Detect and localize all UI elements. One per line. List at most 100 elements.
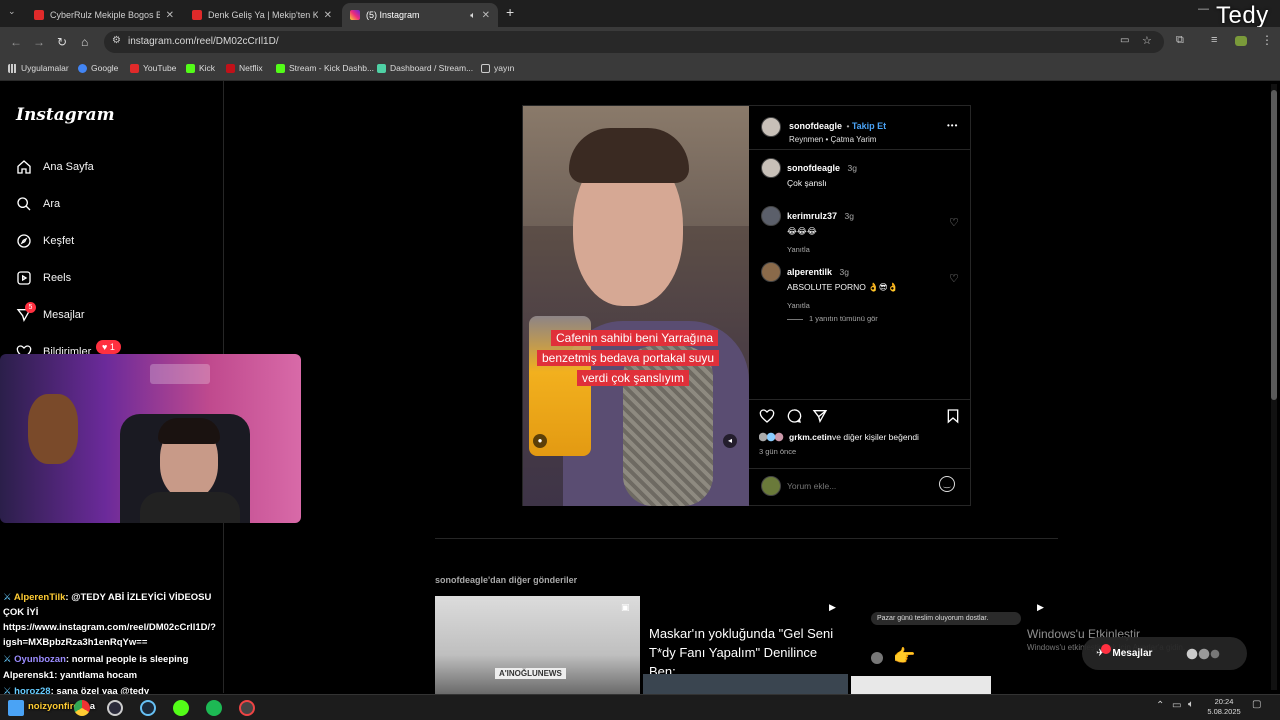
tab-instagram[interactable]: (5) Instagram 🔈︎ ✕ xyxy=(342,3,498,27)
obs-icon[interactable] xyxy=(107,700,123,716)
profile-icon[interactable] xyxy=(1235,36,1247,46)
scrollbar-thumb[interactable] xyxy=(1271,90,1277,400)
reel-video[interactable]: Cafenin sahibi beni Yarrağına benzetmiş … xyxy=(523,106,749,506)
app-icon[interactable] xyxy=(239,700,255,716)
extensions-icon[interactable]: ⧉ xyxy=(1176,34,1184,47)
like-comment-heart-icon[interactable]: ♡ xyxy=(949,272,959,285)
share-icon[interactable] xyxy=(812,408,828,424)
view-replies-link[interactable]: 1 yanıtın tümünü gör xyxy=(787,314,878,323)
back-icon[interactable]: ← xyxy=(10,35,22,49)
sidebar-item-label: Keşfet xyxy=(43,235,75,247)
bookmark-kick-dashboard[interactable]: Stream - Kick Dashb... xyxy=(276,63,374,73)
sidebar-item-messages[interactable]: Mesajlar 5 xyxy=(16,302,85,323)
sidebar-item-reels[interactable]: Reels xyxy=(16,270,71,286)
bookmark-star-icon[interactable]: ☆ xyxy=(1142,34,1152,47)
pointing-hand-emoji: 👉 xyxy=(893,646,916,666)
likes-rest[interactable]: ve diğer kişiler beğendi xyxy=(832,432,919,442)
instagram-logo[interactable]: Instagram xyxy=(16,105,115,125)
sidebar-item-explore[interactable]: Keşfet xyxy=(16,233,74,249)
more-post-tile-1[interactable]: A'INOĞLUNEWS ▣ xyxy=(435,596,640,694)
bookmark-folder-yayin[interactable]: yayın xyxy=(481,63,514,73)
home-icon[interactable]: ⌂ xyxy=(81,35,88,49)
speaker-icon[interactable]: 🔈︎ xyxy=(470,10,475,21)
webcam-window-light xyxy=(150,364,210,384)
clock-date: 5.08.2025 xyxy=(1207,707,1241,716)
windows-start-icon[interactable] xyxy=(8,700,24,716)
user-tag-icon[interactable]: ● xyxy=(533,434,547,448)
tab-list-chevron-icon[interactable]: ⌄ xyxy=(8,6,16,17)
kick-icon xyxy=(186,63,195,73)
kick-icon[interactable] xyxy=(173,700,189,716)
chat-text: : @TEDY ABİ İZLEYİCİ VİDEOSU xyxy=(65,592,212,603)
install-app-icon[interactable]: ▭ xyxy=(1120,35,1129,46)
site-info-icon[interactable]: ⚙ xyxy=(112,35,121,46)
follow-button[interactable]: Takip Et xyxy=(852,121,886,131)
spotify-icon[interactable] xyxy=(206,700,222,716)
emoji-icon[interactable]: ‿ xyxy=(939,476,955,492)
close-tab-icon[interactable]: ✕ xyxy=(482,10,490,21)
reply-button[interactable]: Yanıtla xyxy=(787,301,898,310)
minimize-icon[interactable]: — xyxy=(1198,3,1209,15)
bookmark-kick[interactable]: Kick xyxy=(186,63,215,73)
new-tab-button[interactable]: + xyxy=(506,4,514,20)
tab-denk-gelis[interactable]: Denk Geliş Ya | Mekip'ten Kesit ✕ xyxy=(184,3,340,27)
sidebar-item-search[interactable]: Ara xyxy=(16,196,60,212)
tab-cyberrulz[interactable]: CyberRulz Mekiple Bogos Bintı ✕ xyxy=(26,3,182,27)
streamer-body xyxy=(140,492,240,523)
save-bookmark-icon[interactable] xyxy=(945,408,961,424)
chrome-icon[interactable] xyxy=(74,700,90,716)
sidebar-item-home[interactable]: Ana Sayfa xyxy=(16,159,94,175)
chat-line: Alperensk1: yanıtlama hocam xyxy=(3,670,137,681)
author-username[interactable]: sonofdeagle xyxy=(789,121,842,131)
menu-icon[interactable]: ⋮ xyxy=(1261,33,1273,47)
tray-chevron-icon[interactable]: ⌃ xyxy=(1156,700,1164,711)
comment-username[interactable]: sonofdeagle xyxy=(787,163,840,173)
comment-bubble-icon[interactable] xyxy=(786,408,802,424)
comment-avatar[interactable] xyxy=(761,262,781,282)
likes-username[interactable]: grkm.cetin xyxy=(789,432,832,442)
steam-icon[interactable] xyxy=(140,700,156,716)
bookmark-apps[interactable]: Uygulamalar xyxy=(8,63,69,73)
clock-time: 20:24 xyxy=(1214,697,1234,706)
close-tab-icon[interactable]: ✕ xyxy=(166,10,174,21)
comment-avatar[interactable] xyxy=(761,158,781,178)
volume-icon[interactable]: 🔈︎ xyxy=(1188,699,1194,710)
comment-text: ABSOLUTE PORNO 👌😎👌 xyxy=(787,282,899,292)
reply-button[interactable]: Yanıtla xyxy=(787,245,854,254)
comment-input[interactable] xyxy=(787,478,927,494)
close-tab-icon[interactable]: ✕ xyxy=(324,10,332,21)
chat-text: https://www.instagram.com/reel/DM02cCrIl… xyxy=(3,622,216,633)
browser-tab-bar: ⌄ CyberRulz Mekiple Bogos Bintı ✕ Denk G… xyxy=(0,0,1280,29)
audio-label[interactable]: Reynmen • Çatma Yarim xyxy=(789,135,886,144)
media-control-icon[interactable]: ≡ xyxy=(1211,34,1217,46)
network-icon[interactable]: ▭ xyxy=(1172,700,1181,711)
more-options-icon[interactable]: ••• xyxy=(947,121,958,130)
comment-item: kerimrulz37 3g 😂😂😂 Yanıtla xyxy=(787,206,854,254)
clock[interactable]: 20:24 5.08.2025 xyxy=(1204,697,1244,717)
notification-center-icon[interactable]: ▢ xyxy=(1252,699,1261,710)
comment-username[interactable]: alperentilk xyxy=(787,267,832,277)
bookmark-netflix[interactable]: Netflix xyxy=(226,63,263,73)
address-bar[interactable]: ⚙ instagram.com/reel/DM02cCrIl1D/ ▭ ☆ xyxy=(104,31,1164,53)
bookmark-stream-dashboard[interactable]: Dashboard / Stream... xyxy=(377,63,473,73)
like-heart-icon[interactable] xyxy=(759,408,775,424)
more-post-tile-3[interactable]: Pazar günü teslim oluyorum dostlar. 👉 ▶ xyxy=(851,596,1056,694)
bubble-avatar-icon xyxy=(871,652,883,664)
bookmark-google[interactable]: Google xyxy=(78,63,118,73)
messages-badge: 5 xyxy=(25,302,36,313)
forward-icon[interactable]: → xyxy=(33,35,45,49)
more-post-tile-2[interactable]: Maskar'ın yokluğunda "Gel Seni T*dy Fanı… xyxy=(643,596,848,694)
windows-taskbar: noizyonfire: sa ⌃ ▭ 🔈︎ 20:24 5.08.2025 ▢ xyxy=(0,694,1280,720)
comment-username[interactable]: kerimrulz37 xyxy=(787,211,837,221)
author-avatar[interactable] xyxy=(761,117,781,137)
reload-icon[interactable]: ↻ xyxy=(57,35,67,49)
url-text: instagram.com/reel/DM02cCrIl1D/ xyxy=(128,36,279,47)
page-scrollbar[interactable] xyxy=(1271,84,1277,690)
mute-icon[interactable]: ◂ xyxy=(723,434,737,448)
like-comment-heart-icon[interactable]: ♡ xyxy=(949,216,959,229)
bookmark-youtube[interactable]: YouTube xyxy=(130,63,176,73)
sidebar-item-label: Mesajlar xyxy=(43,309,85,321)
dashboard-icon xyxy=(377,63,386,73)
comment-avatar[interactable] xyxy=(761,206,781,226)
streamer-hair xyxy=(158,418,220,444)
